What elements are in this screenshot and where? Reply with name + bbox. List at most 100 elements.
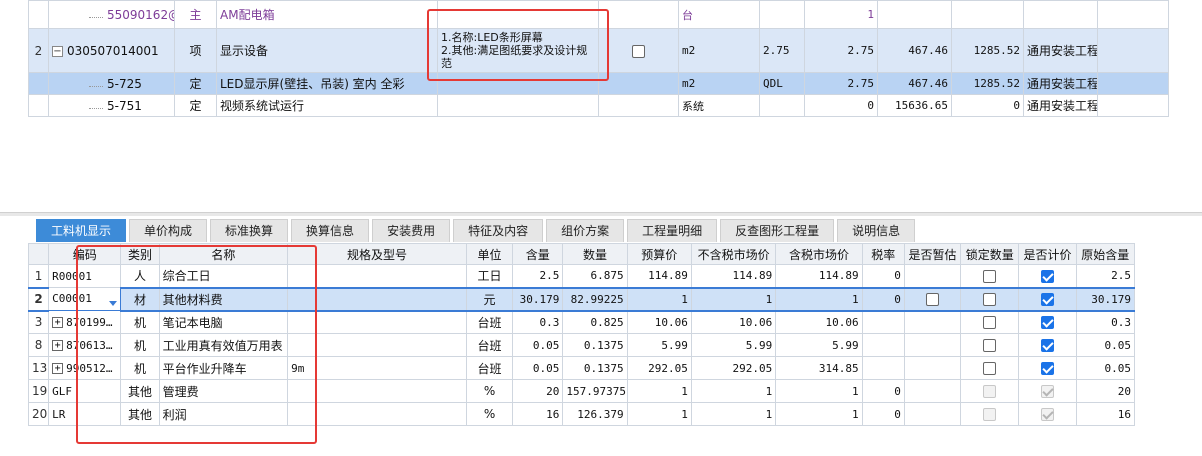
checkbox[interactable] xyxy=(1040,339,1054,352)
bill-feature[interactable] xyxy=(437,94,599,117)
resource-market-price-in-tax[interactable]: 1 xyxy=(775,402,863,426)
resource-market-price-in-tax[interactable]: 114.89 xyxy=(775,264,863,288)
bill-code[interactable]: −030507014001 xyxy=(48,28,175,73)
tab-9[interactable]: 说明信息 xyxy=(837,219,916,242)
column-header-10[interactable]: 含税市场价 xyxy=(775,243,863,265)
bill-quantity[interactable]: 2.75 xyxy=(804,28,878,73)
resource-market-price-in-tax[interactable]: 1 xyxy=(775,379,863,403)
resource-spec[interactable] xyxy=(287,310,467,334)
checkbox[interactable] xyxy=(983,362,997,375)
resource-content[interactable]: 0.05 xyxy=(512,356,564,380)
bill-code[interactable]: 55090162@1 xyxy=(48,0,175,29)
resource-spec[interactable] xyxy=(287,379,467,403)
checkbox[interactable] xyxy=(925,293,939,306)
resource-tax-rate[interactable] xyxy=(861,310,905,334)
resource-code[interactable]: +870199… xyxy=(48,310,122,334)
resource-tax-rate[interactable]: 0 xyxy=(861,286,905,312)
resource-row[interactable]: 19 GLF 其他 管理费% 20 157.97375 1 1 1 0 20 xyxy=(27,379,1136,403)
resource-name[interactable]: 笔记本电脑 xyxy=(158,310,289,334)
bill-feature[interactable] xyxy=(437,72,599,95)
bill-name[interactable]: AM配电箱 xyxy=(216,0,438,29)
bill-name[interactable]: 显示设备 xyxy=(216,28,438,73)
bill-quantity-expression[interactable]: QDL xyxy=(759,72,805,95)
checkbox[interactable] xyxy=(983,293,997,306)
column-header-9[interactable]: 不含税市场价 xyxy=(690,243,777,265)
resource-tax-rate[interactable]: 0 xyxy=(861,264,905,288)
resource-code[interactable]: LR xyxy=(48,402,122,426)
checkbox[interactable] xyxy=(1040,269,1054,283)
bill-row[interactable]: 55090162@1主AM配电箱 台 1 xyxy=(28,0,1169,29)
tab-8[interactable]: 反查图形工程量 xyxy=(720,219,835,242)
resource-market-price-ex-tax[interactable]: 114.89 xyxy=(690,264,777,288)
resource-row[interactable]: 20 LR 其他 利润% 16 126.379 1 1 1 0 16 xyxy=(27,402,1136,426)
column-header-12[interactable]: 是否暂估 xyxy=(903,243,962,265)
resource-code[interactable]: C00001 xyxy=(48,287,122,311)
resource-content[interactable]: 0.05 xyxy=(512,333,564,357)
checkbox[interactable] xyxy=(1040,362,1054,375)
resource-market-price-ex-tax[interactable]: 1 xyxy=(690,379,777,403)
tab-5[interactable]: 特征及内容 xyxy=(453,219,544,242)
resource-row[interactable]: 1 R00001 人综合工日 工日 2.5 6.875 114.89 114.89 114.89… xyxy=(27,264,1136,288)
resource-code[interactable]: GLF xyxy=(48,379,122,403)
checkbox[interactable] xyxy=(983,269,997,283)
resource-name[interactable]: 平台作业升降车 xyxy=(158,356,289,380)
bill-row[interactable]: 5-751 定视频系统试运行 系统 0 15636.65 0 通用安装工程 xyxy=(28,94,1169,117)
resource-budget-price[interactable]: 1 xyxy=(626,379,692,403)
bill-code[interactable]: 5-725 xyxy=(48,72,175,95)
resource-name[interactable]: 其他材料费 xyxy=(158,286,289,312)
checkbox[interactable] xyxy=(983,339,997,352)
column-header-7[interactable]: 数量 xyxy=(562,243,628,265)
column-header-1[interactable]: 编码 xyxy=(48,243,122,265)
tab-6[interactable]: 组价方案 xyxy=(546,219,625,242)
tab-2[interactable]: 标准换算 xyxy=(210,219,289,242)
bill-quantity-expression[interactable] xyxy=(759,0,805,29)
column-header-13[interactable]: 锁定数量 xyxy=(960,243,1020,265)
resource-tax-rate[interactable]: 0 xyxy=(861,379,905,403)
resource-market-price-ex-tax[interactable]: 1 xyxy=(690,402,777,426)
resource-tax-rate[interactable] xyxy=(861,333,905,357)
tab-3[interactable]: 换算信息 xyxy=(291,219,370,242)
column-header-14[interactable]: 是否计价 xyxy=(1018,243,1077,265)
resource-content[interactable]: 30.179 xyxy=(512,286,564,312)
bill-checkbox[interactable] xyxy=(632,44,645,58)
bill-quantity[interactable]: 1 xyxy=(804,0,878,29)
bill-feature[interactable]: 1.名称:LED条形屏幕 2.其他:满足图纸要求及设计规范 xyxy=(437,28,599,73)
resource-budget-price[interactable]: 114.89 xyxy=(626,264,692,288)
bill-row[interactable]: 5-725 定 LED显示屏(壁挂、吊装) 室内 全彩 m2 QDL 2.75 467.46… xyxy=(28,72,1169,95)
expand-icon[interactable]: + xyxy=(52,363,64,374)
resource-code[interactable]: R00001 xyxy=(48,264,122,288)
resource-market-price-in-tax[interactable]: 1 xyxy=(775,286,863,312)
dropdown-arrow-icon[interactable] xyxy=(109,301,118,306)
expand-icon[interactable]: + xyxy=(52,340,64,351)
resource-name[interactable]: 综合工日 xyxy=(158,264,289,288)
resource-market-price-in-tax[interactable]: 314.85 xyxy=(775,356,863,380)
bill-quantity-expression[interactable]: 2.75 xyxy=(759,28,805,73)
column-header-8[interactable]: 预算价 xyxy=(626,243,692,265)
resource-spec[interactable] xyxy=(287,402,467,426)
resource-spec[interactable] xyxy=(287,286,467,312)
column-header-11[interactable]: 税率 xyxy=(861,243,905,265)
resource-row[interactable]: 8 +870613… 机工业用真有效值万用表 台班 0.05 0.1375 5.99 5.99… xyxy=(27,333,1136,357)
resource-budget-price[interactable]: 1 xyxy=(626,402,692,426)
checkbox[interactable] xyxy=(1040,293,1054,306)
resource-tax-rate[interactable] xyxy=(861,356,905,380)
resource-budget-price[interactable]: 10.06 xyxy=(626,310,692,334)
resource-content[interactable]: 0.3 xyxy=(512,310,564,334)
bill-feature[interactable] xyxy=(437,0,599,29)
column-header-6[interactable]: 含量 xyxy=(512,243,564,265)
resource-market-price-ex-tax[interactable]: 5.99 xyxy=(690,333,777,357)
resource-row[interactable]: 13 +990512… 机平台作业升降车 9m 台班 0.05 0.1375 292.05 29… xyxy=(27,356,1136,380)
checkbox[interactable] xyxy=(1040,316,1054,330)
resource-market-price-ex-tax[interactable]: 292.05 xyxy=(690,356,777,380)
bill-name[interactable]: 视频系统试运行 xyxy=(216,94,438,117)
bill-quantity-expression[interactable] xyxy=(759,94,805,117)
resource-code[interactable]: +990512… xyxy=(48,356,122,380)
resource-market-price-ex-tax[interactable]: 10.06 xyxy=(690,310,777,334)
expand-icon[interactable]: + xyxy=(52,317,64,328)
resource-name[interactable]: 工业用真有效值万用表 xyxy=(158,333,289,357)
column-header-4[interactable]: 规格及型号 xyxy=(287,243,467,265)
tab-7[interactable]: 工程量明细 xyxy=(627,219,718,242)
column-header-3[interactable]: 名称 xyxy=(158,243,289,265)
resource-budget-price[interactable]: 292.05 xyxy=(626,356,692,380)
resource-row[interactable]: 2 C00001 材其他材料费元 30.179 82.99225 1 1 1 0 30.179 xyxy=(27,286,1136,312)
